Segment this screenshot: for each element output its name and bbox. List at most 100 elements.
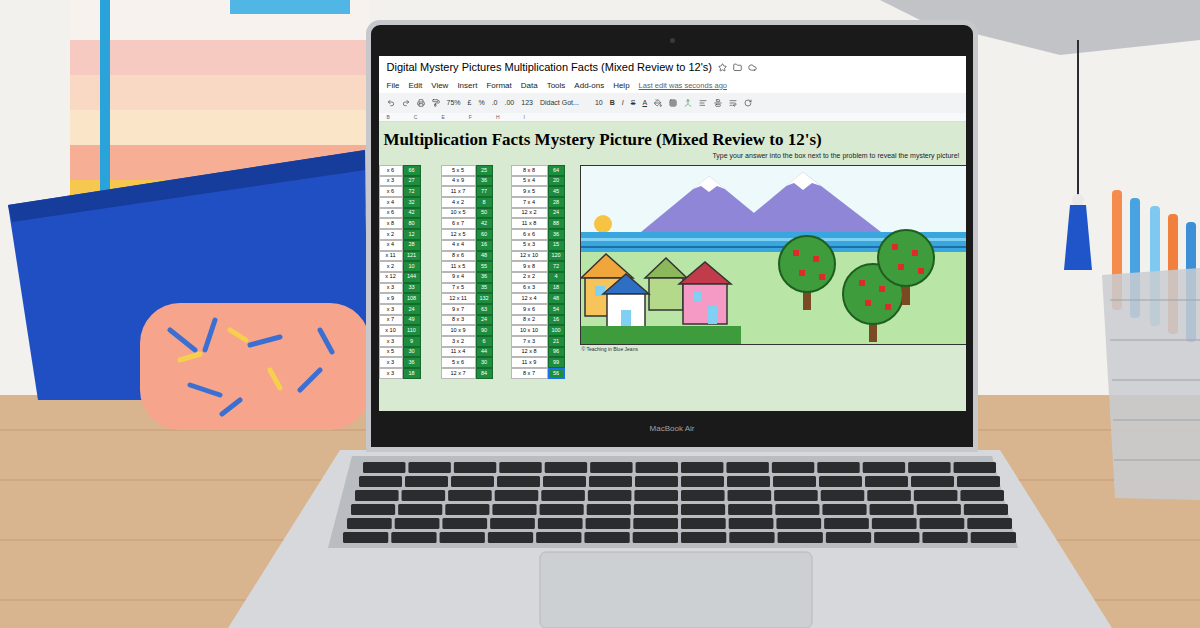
answer-cell[interactable]: 24 — [403, 304, 421, 315]
toolbar-item[interactable]: A — [642, 98, 647, 109]
toolbar-item[interactable]: % — [478, 98, 484, 109]
column-header[interactable]: F — [469, 115, 472, 120]
answer-cell[interactable]: 100 — [548, 325, 565, 336]
answer-cell[interactable]: 55 — [476, 261, 493, 272]
answer-cell[interactable]: 132 — [476, 293, 493, 304]
answer-cell[interactable]: 48 — [548, 293, 565, 304]
answer-cell[interactable]: 56 — [548, 368, 565, 379]
answer-cell[interactable]: 21 — [548, 336, 565, 347]
answer-cell[interactable]: 36 — [548, 229, 565, 240]
answer-cell[interactable]: 9 — [403, 336, 421, 347]
answer-cell[interactable]: 54 — [548, 304, 565, 315]
answer-cell[interactable]: 36 — [403, 357, 421, 368]
answer-cell[interactable]: 28 — [403, 240, 421, 251]
answer-cell[interactable]: 35 — [476, 283, 493, 294]
menu-item[interactable]: Edit — [408, 80, 422, 92]
vertical-align-icon[interactable] — [714, 99, 722, 107]
answer-cell[interactable]: 8 — [476, 197, 493, 208]
answer-cell[interactable]: 49 — [403, 315, 421, 326]
toolbar-item[interactable]: 123 — [521, 98, 533, 109]
fill-color-icon[interactable] — [654, 99, 662, 107]
answer-cell[interactable]: 42 — [403, 208, 421, 219]
answer-cell[interactable]: 42 — [476, 218, 493, 229]
answer-cell[interactable]: 121 — [403, 251, 421, 262]
answer-cell[interactable]: 48 — [476, 251, 493, 262]
answer-cell[interactable]: 20 — [548, 176, 565, 187]
toolbar-item[interactable]: Didact Got... — [540, 98, 588, 109]
answer-cell[interactable]: 16 — [548, 315, 565, 326]
menu-item[interactable]: Insert — [457, 80, 477, 92]
rotate-icon[interactable] — [744, 99, 752, 107]
toolbar-item[interactable]: .00 — [505, 98, 515, 109]
column-header[interactable]: C — [414, 115, 418, 120]
answer-cell[interactable]: 77 — [476, 186, 493, 197]
borders-icon[interactable] — [669, 99, 677, 107]
answer-cell[interactable]: 30 — [476, 357, 493, 368]
folder-icon[interactable] — [733, 63, 742, 72]
answer-cell[interactable]: 36 — [476, 272, 493, 283]
answer-cell[interactable]: 32 — [403, 197, 421, 208]
answer-cell[interactable]: 80 — [403, 218, 421, 229]
toolbar-item[interactable]: .0 — [492, 98, 498, 109]
menu-item[interactable]: Add-ons — [574, 80, 604, 92]
answer-cell[interactable]: 50 — [476, 208, 493, 219]
answer-cell[interactable]: 110 — [403, 325, 421, 336]
answer-cell[interactable]: 12 — [403, 229, 421, 240]
align-icon[interactable] — [699, 99, 707, 107]
answer-cell[interactable]: 18 — [548, 283, 565, 294]
answer-cell[interactable]: 30 — [403, 347, 421, 358]
answer-cell[interactable]: 72 — [548, 261, 565, 272]
redo-icon[interactable] — [402, 99, 410, 107]
column-header[interactable]: H — [496, 115, 500, 120]
print-icon[interactable] — [417, 99, 425, 107]
merge-icon[interactable] — [684, 99, 692, 107]
answer-cell[interactable]: 63 — [476, 304, 493, 315]
answer-cell[interactable]: 108 — [403, 293, 421, 304]
document-title[interactable]: Digital Mystery Pictures Multiplication … — [387, 59, 712, 76]
menu-item[interactable]: View — [431, 80, 448, 92]
toolbar-item[interactable]: 75% — [447, 98, 461, 109]
menu-item[interactable]: Tools — [547, 80, 566, 92]
menu-item[interactable]: Data — [521, 80, 538, 92]
answer-cell[interactable]: 16 — [476, 240, 493, 251]
last-edit-link[interactable]: Last edit was seconds ago — [639, 80, 727, 91]
toolbar-item[interactable]: 10 — [595, 98, 603, 109]
answer-cell[interactable]: 28 — [548, 197, 565, 208]
answer-cell[interactable]: 27 — [403, 176, 421, 187]
answer-cell[interactable]: 36 — [476, 176, 493, 187]
answer-cell[interactable]: 44 — [476, 347, 493, 358]
answer-cell[interactable]: 72 — [403, 186, 421, 197]
toolbar-item[interactable]: £ — [468, 98, 472, 109]
toolbar-item[interactable]: S — [631, 98, 636, 109]
column-header[interactable]: B — [387, 115, 390, 120]
answer-cell[interactable]: 84 — [476, 368, 493, 379]
answer-cell[interactable]: 10 — [403, 261, 421, 272]
toolbar-item[interactable]: I — [622, 98, 624, 109]
column-header[interactable]: I — [524, 115, 525, 120]
answer-cell[interactable]: 99 — [548, 357, 565, 368]
paint-format-icon[interactable] — [432, 99, 440, 107]
answer-cell[interactable]: 33 — [403, 283, 421, 294]
answer-cell[interactable]: 60 — [476, 229, 493, 240]
answer-cell[interactable]: 4 — [548, 272, 565, 283]
undo-icon[interactable] — [387, 99, 395, 107]
answer-cell[interactable]: 120 — [548, 251, 565, 262]
answer-cell[interactable]: 15 — [548, 240, 565, 251]
answer-cell[interactable]: 144 — [403, 272, 421, 283]
column-header[interactable]: E — [441, 115, 444, 120]
answer-cell[interactable]: 64 — [548, 165, 565, 176]
wrap-icon[interactable] — [729, 99, 737, 107]
answer-cell[interactable]: 45 — [548, 186, 565, 197]
menu-item[interactable]: Help — [613, 80, 629, 92]
answer-cell[interactable]: 88 — [548, 218, 565, 229]
answer-cell[interactable]: 24 — [476, 315, 493, 326]
menu-item[interactable]: Format — [486, 80, 511, 92]
toolbar-item[interactable]: B — [610, 98, 615, 109]
star-icon[interactable] — [718, 63, 727, 72]
menu-item[interactable]: File — [387, 80, 400, 92]
answer-cell[interactable]: 25 — [476, 165, 493, 176]
answer-cell[interactable]: 90 — [476, 325, 493, 336]
answer-cell[interactable]: 6 — [476, 336, 493, 347]
answer-cell[interactable]: 96 — [548, 347, 565, 358]
answer-cell[interactable]: 66 — [403, 165, 421, 176]
